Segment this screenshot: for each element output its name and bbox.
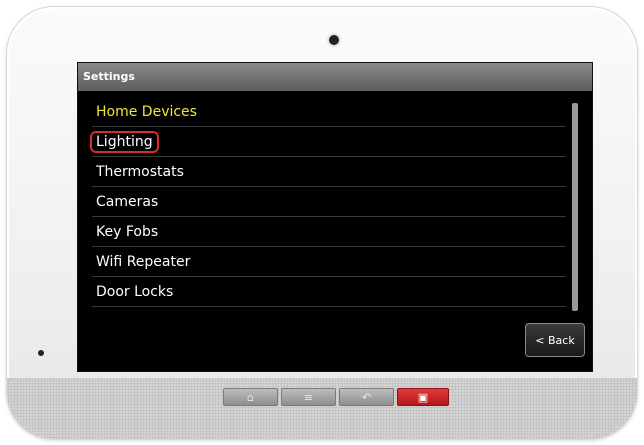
menu-icon: ≡ — [303, 390, 314, 404]
return-hardware-button[interactable]: ↶ — [339, 388, 394, 406]
camera-lens — [329, 35, 339, 45]
menu-item-wifi-repeater[interactable]: Wifi Repeater — [92, 247, 566, 277]
menu-item-thermostats[interactable]: Thermostats — [92, 157, 566, 187]
menu-item-label: Cameras — [96, 193, 159, 210]
settings-menu: Home Devices Lighting Thermostats Camera… — [90, 97, 566, 307]
display-screen: Settings Home Devices Lighting Thermosta… — [77, 62, 593, 372]
menu-item-cameras[interactable]: Cameras — [92, 187, 566, 217]
return-icon: ↶ — [361, 390, 372, 404]
status-led — [38, 350, 44, 356]
home-icon: ⌂ — [247, 390, 254, 404]
menu-item-label: Lighting — [90, 130, 159, 153]
menu-item-label: Thermostats — [96, 163, 184, 180]
screen-title: Settings — [78, 63, 592, 91]
hardware-button-bar: ⌂ ≡ ↶ ▣ — [223, 388, 449, 406]
menu-item-door-locks[interactable]: Door Locks — [92, 277, 566, 307]
menu-item-key-fobs[interactable]: Key Fobs — [92, 217, 566, 247]
menu-scrollbar[interactable] — [572, 103, 578, 311]
emergency-hardware-button[interactable]: ▣ — [397, 388, 449, 406]
menu-item-label: Key Fobs — [96, 223, 159, 240]
back-button[interactable]: < Back — [525, 323, 585, 357]
touchscreen-device: Settings Home Devices Lighting Thermosta… — [6, 6, 638, 440]
menu-item-label: Wifi Repeater — [96, 253, 191, 270]
menu-item-lighting[interactable]: Lighting — [90, 127, 566, 157]
menu-section-header-label: Home Devices — [96, 103, 197, 120]
emergency-icon: ▣ — [417, 390, 429, 404]
menu-section-header: Home Devices — [92, 97, 566, 127]
home-hardware-button[interactable]: ⌂ — [223, 388, 278, 406]
menu-hardware-button[interactable]: ≡ — [281, 388, 336, 406]
menu-item-label: Door Locks — [96, 283, 174, 300]
